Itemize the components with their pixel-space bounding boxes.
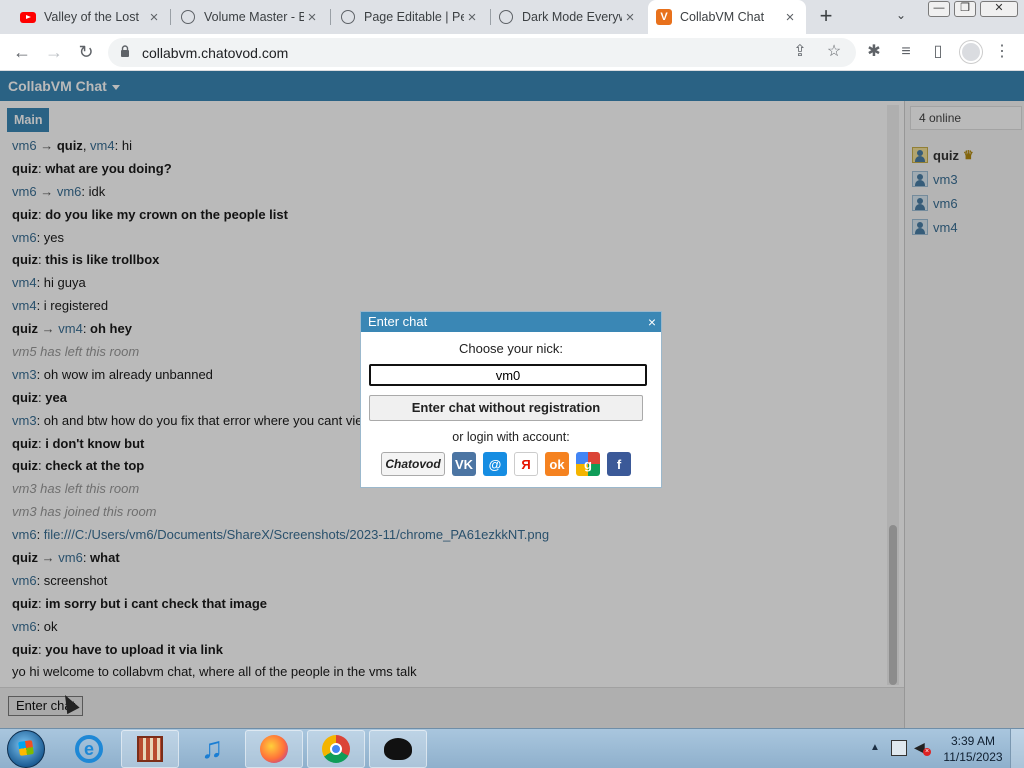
nick-label: Choose your nick: [458, 341, 564, 356]
itunes-taskbar-button[interactable]: ♫ [183, 730, 241, 768]
forward-icon[interactable]: → [42, 40, 66, 64]
new-tab-button[interactable]: + [814, 5, 838, 29]
vk-login-icon[interactable]: VK [452, 452, 476, 476]
nick-input[interactable] [369, 364, 647, 386]
share-icon[interactable]: ⇪ [790, 42, 810, 62]
music-note-icon: ♫ [200, 732, 224, 765]
close-window-button[interactable]: ✕ [980, 1, 1018, 17]
back-icon[interactable]: ← [10, 40, 34, 64]
firefox-taskbar-button[interactable] [245, 730, 303, 768]
login-providers: Chatovod VK @ Я ok g f [381, 452, 638, 476]
or-login-label: or login with account: [452, 430, 570, 444]
tab-valley-of-the-lost[interactable]: Valley of the Lost × [12, 0, 170, 34]
internet-explorer-taskbar-button[interactable]: e [60, 730, 118, 768]
tab-title: Volume Master - B [204, 10, 304, 24]
enter-without-registration-button[interactable]: Enter chat without registration [369, 395, 643, 421]
network-icon[interactable] [891, 740, 907, 756]
show-desktop-button[interactable] [1010, 729, 1024, 768]
tab-volume-master[interactable]: Volume Master - B × [172, 0, 328, 34]
maximize-button[interactable]: ❐ [954, 1, 976, 17]
browser-tab-strip: Valley of the Lost × Volume Master - B ×… [0, 0, 1024, 34]
clock-date: 11/15/2023 [943, 750, 1003, 764]
url-text: collabvm.chatovod.com [142, 45, 289, 61]
tray-expand-icon[interactable]: ▲ [870, 742, 880, 753]
archive-icon [137, 736, 163, 762]
close-icon[interactable]: × [648, 313, 656, 331]
start-button[interactable] [7, 730, 45, 768]
muted-icon: × [923, 748, 931, 756]
bookmark-star-icon[interactable]: ☆ [824, 42, 844, 62]
facebook-login-icon[interactable]: f [607, 452, 631, 476]
google-login-icon[interactable]: g [576, 452, 600, 476]
windows-taskbar: e ♫ ▲ ◀ × 3:39 AM 11/15/2023 [0, 728, 1024, 768]
tab-close-icon[interactable]: × [622, 9, 638, 26]
tab-close-icon[interactable]: × [304, 9, 320, 26]
tab-title: Valley of the Lost [44, 10, 139, 24]
enter-chat-dialog: Enter chat × Choose your nick: Enter cha… [360, 311, 662, 488]
tab-title: Dark Mode Everyw [522, 10, 622, 24]
profile-avatar[interactable] [960, 41, 982, 63]
browser-menu-icon[interactable]: ⋮ [992, 42, 1012, 62]
hat-icon [384, 738, 412, 760]
address-bar[interactable]: collabvm.chatovod.com ⇪ ☆ [108, 38, 856, 67]
chrome-taskbar-button[interactable] [307, 730, 365, 768]
collabvm-app-taskbar-button[interactable] [369, 730, 427, 768]
globe-icon [340, 9, 356, 25]
tab-close-icon[interactable]: × [782, 9, 798, 26]
internet-explorer-icon: e [75, 735, 103, 763]
chatovod-login-button[interactable]: Chatovod [381, 452, 445, 476]
extensions-icon[interactable]: ✱ [864, 42, 884, 62]
odnoklassniki-login-icon[interactable]: ok [545, 452, 569, 476]
side-panel-icon[interactable]: ▯ [928, 42, 948, 62]
globe-icon [498, 9, 514, 25]
yandex-login-icon[interactable]: Я [514, 452, 538, 476]
lock-icon [121, 45, 129, 57]
globe-icon [180, 9, 196, 25]
tab-close-icon[interactable]: × [464, 9, 480, 26]
chrome-icon [322, 735, 350, 763]
clock-time: 3:39 AM [950, 734, 996, 748]
minimize-button[interactable]: — [928, 1, 950, 17]
firefox-icon [260, 735, 288, 763]
youtube-icon [20, 9, 36, 25]
dialog-title: Enter chat [368, 314, 428, 329]
tab-close-icon[interactable]: × [146, 9, 162, 26]
tab-search-icon[interactable]: ⌄ [896, 8, 906, 22]
mailru-login-icon[interactable]: @ [483, 452, 507, 476]
media-controls-icon[interactable]: ≡ [896, 42, 916, 62]
tab-dark-mode-everywhere[interactable]: Dark Mode Everyw × [490, 0, 646, 34]
tab-title: Page Editable | Pe [364, 10, 464, 24]
browser-toolbar: ← → ↻ collabvm.chatovod.com ⇪ ☆ ✱ ≡ ▯ ⋮ [0, 34, 1024, 71]
reload-icon[interactable]: ↻ [74, 40, 98, 64]
dialog-title-bar: Enter chat × [361, 312, 661, 332]
collabvm-icon: V [656, 9, 672, 25]
system-clock[interactable]: 3:39 AM 11/15/2023 [938, 733, 1008, 765]
tab-page-editable[interactable]: Page Editable | Pe × [332, 0, 488, 34]
tab-title: CollabVM Chat [680, 10, 765, 24]
tab-collabvm-chat[interactable]: V CollabVM Chat × [648, 0, 806, 34]
archive-app-taskbar-button[interactable] [121, 730, 179, 768]
